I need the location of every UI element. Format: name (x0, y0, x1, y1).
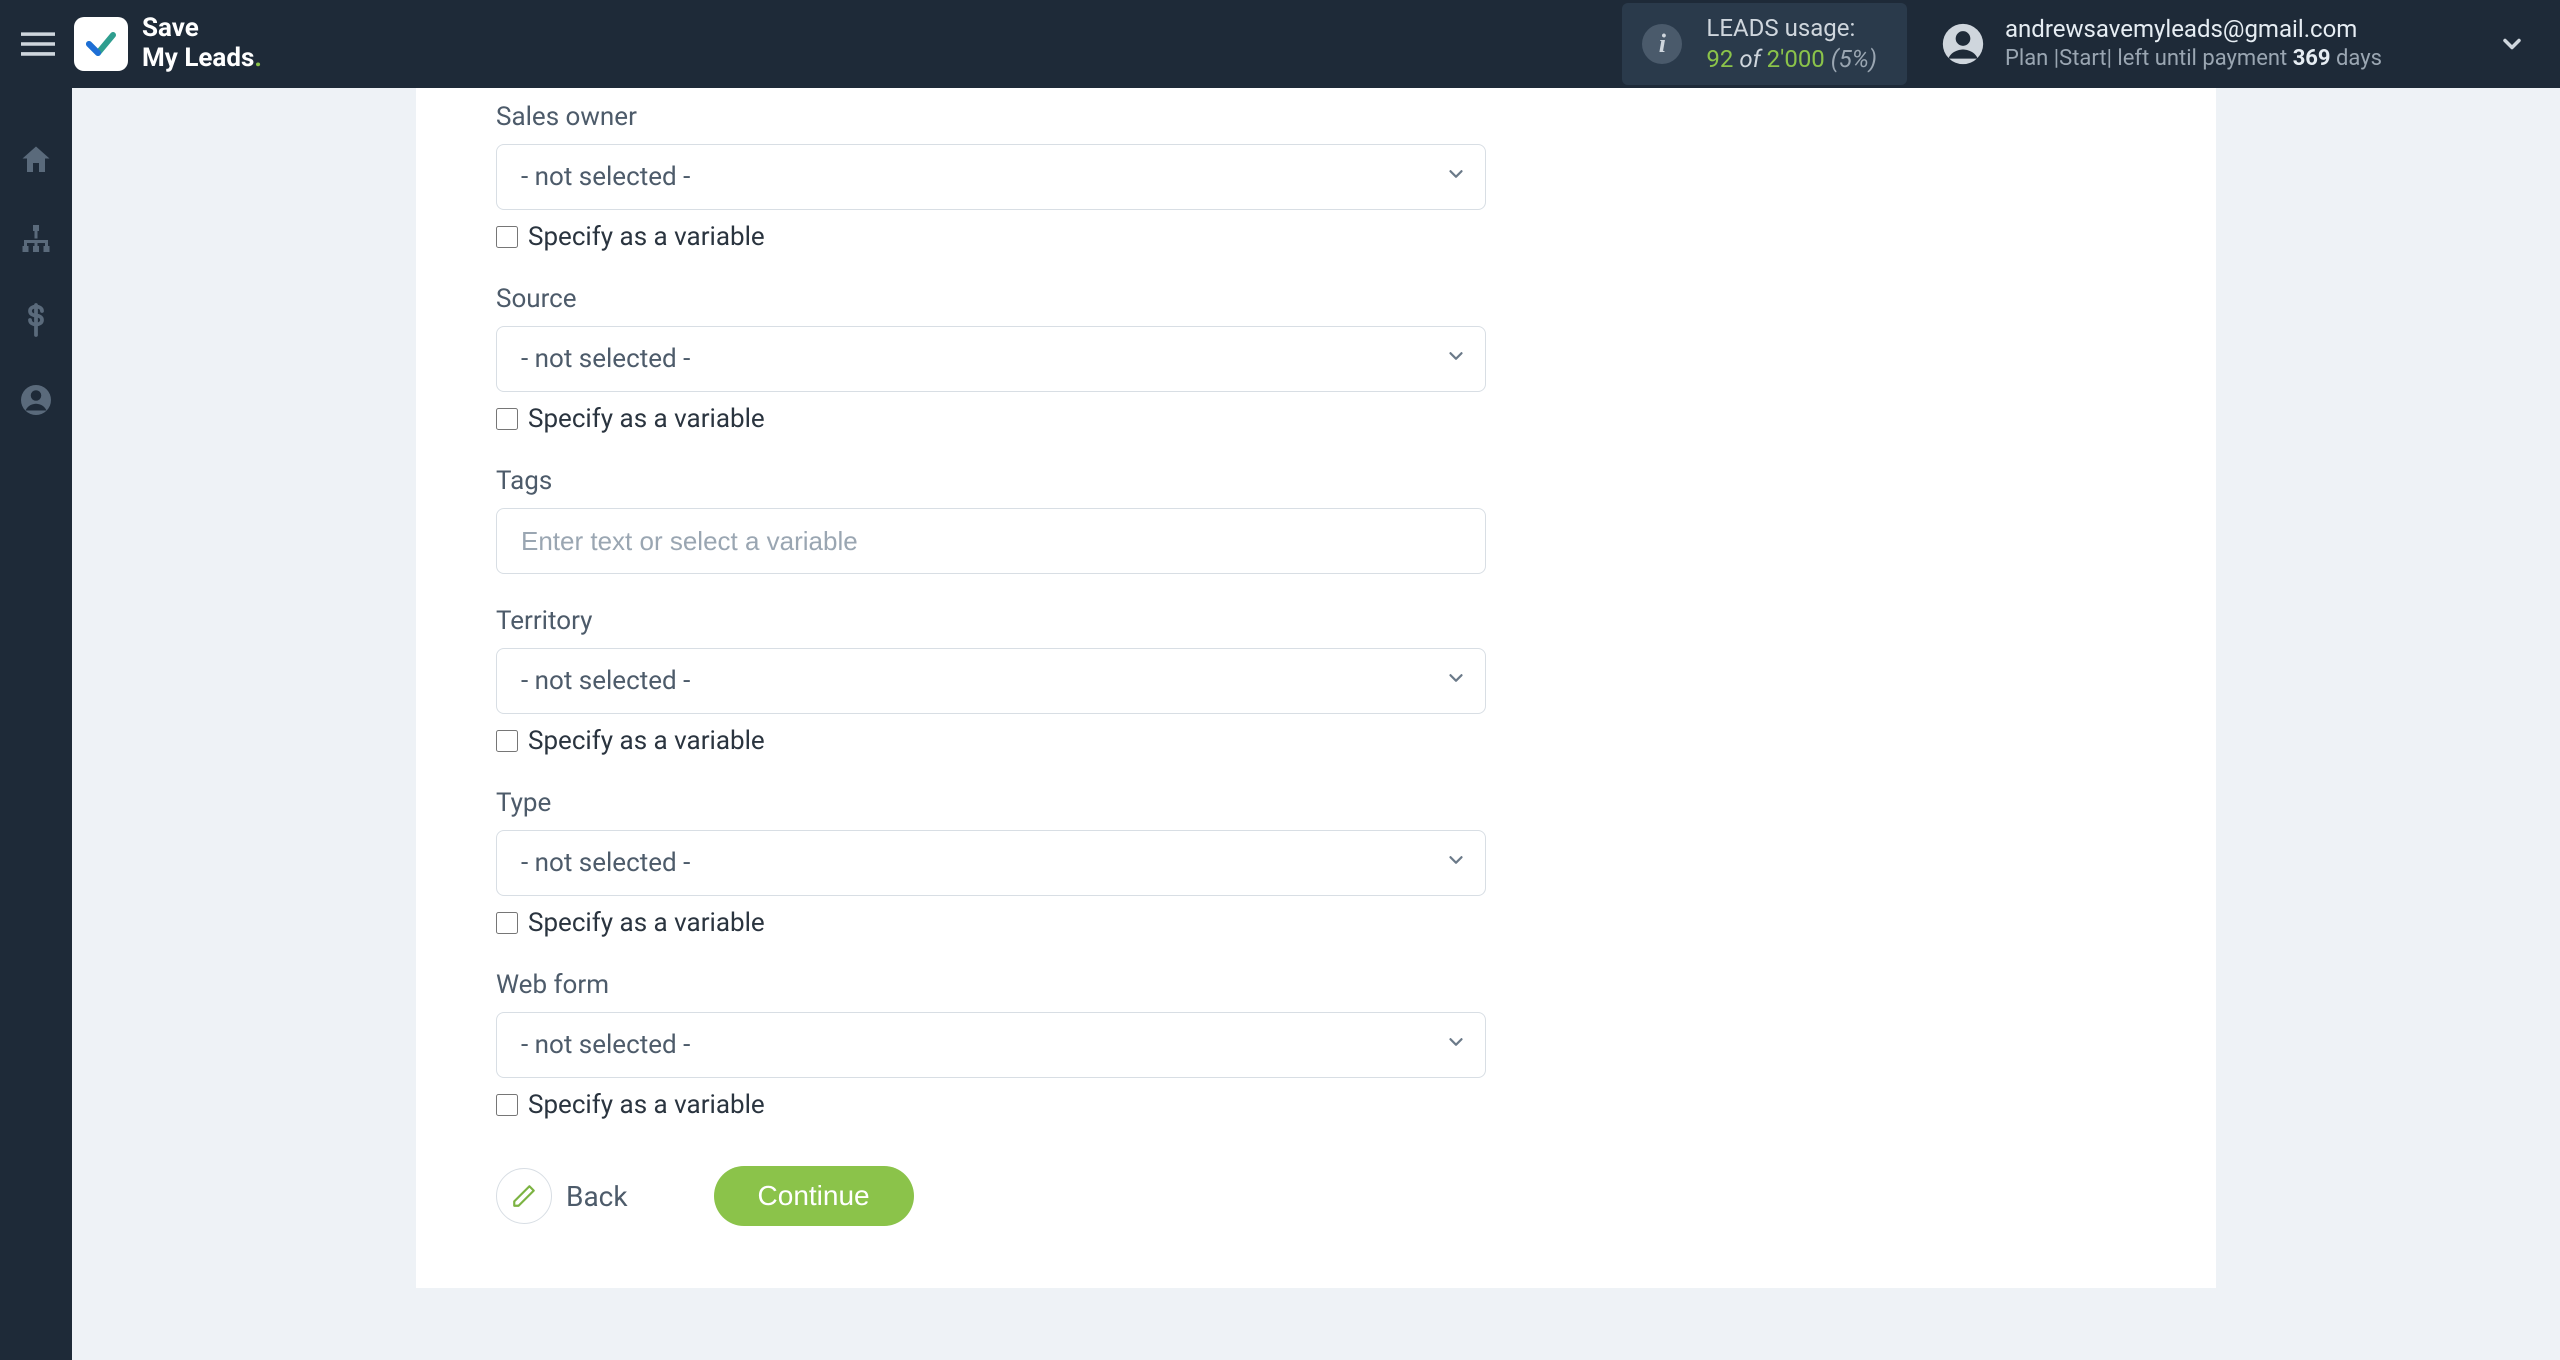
back-label: Back (566, 1180, 628, 1213)
field-type: Type - not selected - Specify as a varia… (496, 774, 1486, 938)
chevron-down-icon (1445, 666, 1467, 696)
select-value: - not selected - (521, 848, 690, 878)
type-variable-checkbox[interactable] (496, 912, 518, 934)
sidebar (0, 88, 72, 1360)
field-source: Source - not selected - Specify as a var… (496, 270, 1486, 434)
chevron-down-icon (1445, 344, 1467, 374)
checkbox-label: Specify as a variable (528, 222, 765, 252)
chevron-down-icon (1445, 848, 1467, 878)
menu-toggle[interactable] (16, 22, 60, 66)
select-value: - not selected - (521, 1030, 690, 1060)
web-form-variable-checkbox[interactable] (496, 1094, 518, 1116)
chevron-down-icon (1445, 162, 1467, 192)
type-variable-toggle[interactable]: Specify as a variable (496, 908, 1486, 938)
field-tags: Tags (496, 452, 1486, 574)
chevron-down-icon (1445, 1030, 1467, 1060)
brand-text: Save My Leads. (142, 14, 262, 74)
brand-logo[interactable]: Save My Leads. (74, 14, 262, 74)
field-label: Sales owner (496, 88, 1486, 144)
button-row: Back Continue (496, 1166, 1486, 1226)
leads-usage-text: LEADS usage: 92 of 2'000 (5%) (1706, 13, 1877, 75)
checkbox-label: Specify as a variable (528, 404, 765, 434)
select-value: - not selected - (521, 162, 690, 192)
type-select[interactable]: - not selected - (496, 830, 1486, 896)
web-form-select[interactable]: - not selected - (496, 1012, 1486, 1078)
territory-select[interactable]: - not selected - (496, 648, 1486, 714)
back-button[interactable]: Back (496, 1168, 628, 1224)
checkbox-label: Specify as a variable (528, 726, 765, 756)
sidebar-item-account[interactable] (14, 378, 58, 422)
field-label: Tags (496, 452, 1486, 508)
sidebar-item-home[interactable] (14, 138, 58, 182)
field-web-form: Web form - not selected - Specify as a v… (496, 956, 1486, 1120)
avatar-icon (1939, 20, 1987, 68)
checkbox-label: Specify as a variable (528, 908, 765, 938)
sales-owner-select[interactable]: - not selected - (496, 144, 1486, 210)
sidebar-item-connections[interactable] (14, 218, 58, 262)
main-area: Sales owner - not selected - Specify as … (72, 88, 2560, 1360)
field-label: Type (496, 774, 1486, 830)
continue-button[interactable]: Continue (714, 1166, 914, 1226)
territory-variable-toggle[interactable]: Specify as a variable (496, 726, 1486, 756)
pencil-icon (496, 1168, 552, 1224)
account-dropdown-toggle[interactable] (2492, 24, 2532, 64)
form-card: Sales owner - not selected - Specify as … (416, 88, 2216, 1288)
sales-owner-variable-toggle[interactable]: Specify as a variable (496, 222, 1486, 252)
tags-input-wrap[interactable] (496, 508, 1486, 574)
field-label: Territory (496, 592, 1486, 648)
field-sales-owner: Sales owner - not selected - Specify as … (496, 88, 1486, 252)
source-variable-toggle[interactable]: Specify as a variable (496, 404, 1486, 434)
leads-usage-box: i LEADS usage: 92 of 2'000 (5%) (1622, 3, 1907, 85)
topbar: Save My Leads. i LEADS usage: 92 of 2'00… (0, 0, 2560, 88)
web-form-variable-toggle[interactable]: Specify as a variable (496, 1090, 1486, 1120)
field-territory: Territory - not selected - Specify as a … (496, 592, 1486, 756)
tags-input[interactable] (521, 526, 1429, 557)
field-label: Web form (496, 956, 1486, 1012)
sales-owner-variable-checkbox[interactable] (496, 226, 518, 248)
sidebar-item-billing[interactable] (14, 298, 58, 342)
checkbox-label: Specify as a variable (528, 1090, 765, 1120)
logo-icon (74, 17, 128, 71)
select-value: - not selected - (521, 344, 690, 374)
source-variable-checkbox[interactable] (496, 408, 518, 430)
select-value: - not selected - (521, 666, 690, 696)
territory-variable-checkbox[interactable] (496, 730, 518, 752)
account-menu[interactable]: andrewsavemyleads@gmail.com Plan |Start|… (1939, 14, 2382, 74)
account-info: andrewsavemyleads@gmail.com Plan |Start|… (2005, 14, 2382, 74)
info-icon: i (1642, 24, 1682, 64)
source-select[interactable]: - not selected - (496, 326, 1486, 392)
field-label: Source (496, 270, 1486, 326)
